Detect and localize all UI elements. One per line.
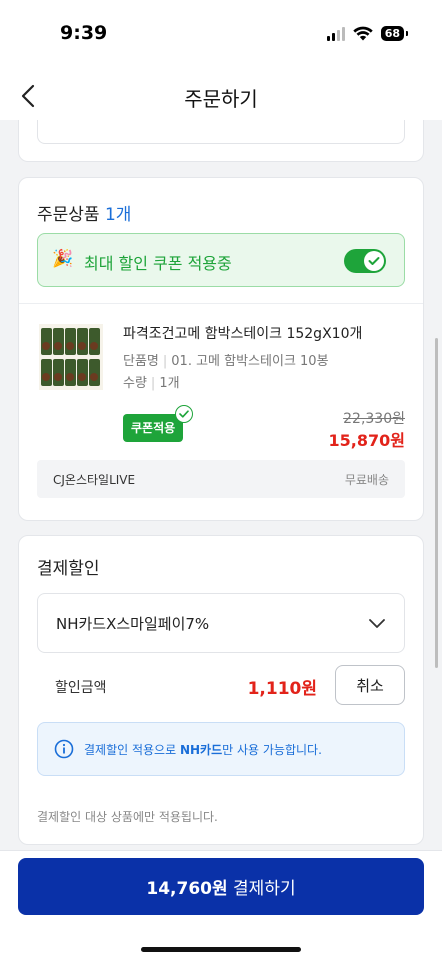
pay-amount: 14,760원 — [146, 879, 228, 899]
order-title-text: 주문상품 — [37, 205, 100, 225]
payment-method-value: NH카드X스마일페이7% — [56, 615, 210, 633]
order-section-title: 주문상품 1개 — [37, 200, 131, 225]
status-bar: 9:39 68 — [0, 0, 442, 72]
product-quantity: 수량 | 1개 — [123, 376, 180, 391]
product-option: 단품명 | 01. 고메 함박스테이크 10봉 — [123, 354, 329, 369]
coupon-applied-badge: 쿠폰적용 — [123, 405, 194, 442]
signal-icon — [326, 26, 345, 41]
quantity-value: 1개 — [159, 376, 180, 391]
quantity-label: 수량 — [123, 376, 147, 391]
bottom-bar: 14,760원 결제하기 — [0, 850, 442, 960]
discount-footnote: 결제할인 대상 상품에만 적용됩니다. — [37, 810, 218, 824]
nav-header: 주문하기 — [0, 72, 442, 120]
info-text-suffix: 만 사용 가능합니다. — [222, 743, 322, 757]
check-circle-icon — [175, 405, 194, 423]
coupon-toggle[interactable] — [344, 249, 386, 273]
status-time: 9:39 — [60, 22, 108, 44]
payment-discount-card: 결제할인 NH카드X스마일페이7% 할인금액 1,110원 취소 결제할인 적용… — [18, 535, 424, 845]
shipping-info: 무료배송 — [344, 473, 389, 487]
scroll-content[interactable]: 주문상품 1개 🎉 최대 할인 쿠폰 적용중 파격조건고메 함박스테이크 152… — [0, 120, 442, 850]
product-name[interactable]: 파격조건고메 함박스테이크 152gX10개 — [123, 323, 362, 343]
order-products-card: 주문상품 1개 🎉 최대 할인 쿠폰 적용중 파격조건고메 함박스테이크 152… — [18, 177, 424, 521]
page-title: 주문하기 — [184, 87, 258, 111]
payment-method-select[interactable]: NH카드X스마일페이7% — [37, 593, 405, 653]
original-price: 22,330원 — [343, 411, 405, 427]
status-icons: 68 — [326, 26, 409, 41]
info-icon — [54, 739, 74, 759]
toggle-check-icon — [364, 251, 384, 271]
scrollbar[interactable] — [435, 338, 438, 668]
product-thumbnail[interactable] — [39, 324, 103, 390]
coupon-banner-text: 최대 할인 쿠폰 적용중 — [84, 254, 232, 273]
order-count: 1개 — [104, 205, 132, 225]
seller-bar: CJ온스타일LIVE 무료배송 — [37, 460, 405, 498]
party-popper-icon: 🎉 — [52, 249, 74, 269]
seller-name: CJ온스타일LIVE — [53, 473, 136, 487]
divider — [19, 303, 423, 304]
payment-info-text: 결제할인 적용으로 NH카드만 사용 가능합니다. — [84, 741, 322, 758]
info-text-card: NH카드 — [179, 743, 223, 757]
payment-discount-title: 결제할인 — [37, 559, 100, 579]
option-label: 단품명 — [123, 354, 159, 369]
coupon-badge-label: 쿠폰적용 — [131, 421, 176, 435]
final-price: 15,870원 — [328, 431, 405, 450]
pay-label: 결제하기 — [233, 879, 296, 899]
battery-icon: 68 — [380, 26, 409, 41]
cancel-discount-button[interactable]: 취소 — [335, 665, 405, 705]
pay-button[interactable]: 14,760원 결제하기 — [18, 858, 424, 915]
payment-info-box: 결제할인 적용으로 NH카드만 사용 가능합니다. — [37, 722, 405, 776]
home-indicator — [141, 947, 301, 952]
wifi-icon — [352, 26, 373, 41]
discount-amount: 1,110원 — [247, 679, 317, 699]
product-image — [39, 324, 103, 390]
previous-section-card — [18, 120, 424, 162]
discount-label: 할인금액 — [55, 680, 107, 696]
chevron-down-icon — [369, 619, 385, 628]
option-value: 01. 고메 함박스테이크 10봉 — [171, 354, 329, 369]
previous-select-field[interactable] — [37, 120, 405, 144]
info-text-prefix: 결제할인 적용으로 — [84, 743, 180, 757]
coupon-banner: 🎉 최대 할인 쿠폰 적용중 — [37, 233, 405, 287]
